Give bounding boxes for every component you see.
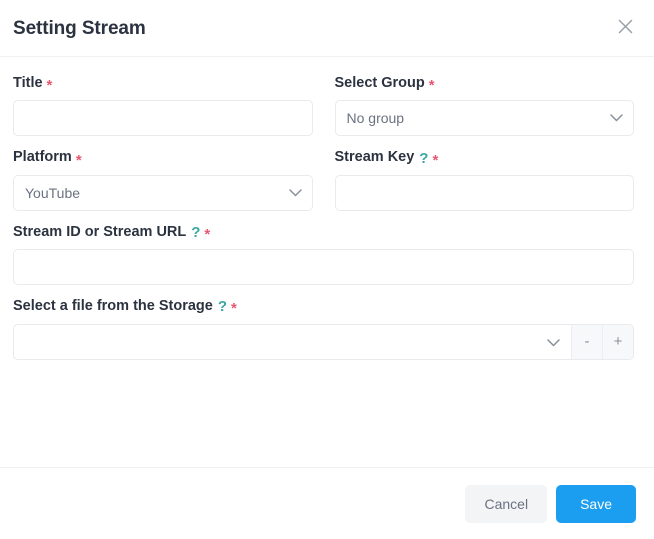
label-text: Title bbox=[13, 75, 43, 91]
field-label-stream-key: Stream Key ? * bbox=[334, 149, 635, 169]
form-row-2: Platform * YouTube Stream Key ? * bbox=[13, 149, 635, 211]
label-text: Stream ID or Stream URL bbox=[13, 223, 187, 240]
form-row-4: Select a file from the Storage ? * - + bbox=[13, 298, 634, 360]
field-title: Title * bbox=[13, 75, 313, 137]
select-group-dropdown[interactable]: No group bbox=[334, 100, 634, 137]
stream-key-input[interactable] bbox=[334, 174, 634, 211]
required-asterisk: * bbox=[432, 151, 439, 169]
dialog-header: Setting Stream bbox=[0, 0, 654, 56]
dialog-title: Setting Stream bbox=[13, 17, 146, 39]
save-button[interactable]: Save bbox=[556, 484, 636, 523]
label-text: Select a file from the Storage bbox=[13, 298, 213, 315]
field-label-select-group: Select Group * bbox=[334, 75, 635, 95]
select-group-wrap: No group bbox=[334, 100, 634, 137]
platform-dropdown[interactable]: YouTube bbox=[13, 174, 313, 211]
field-storage-file: Select a file from the Storage ? * - + bbox=[13, 298, 634, 360]
required-asterisk: * bbox=[75, 151, 82, 169]
platform-wrap: YouTube bbox=[13, 174, 313, 211]
field-select-group: Select Group * No group bbox=[334, 75, 635, 137]
close-icon[interactable] bbox=[612, 13, 638, 39]
label-text: Platform bbox=[13, 149, 72, 166]
required-asterisk: * bbox=[428, 77, 435, 95]
field-label-storage-file: Select a file from the Storage ? * bbox=[13, 298, 634, 318]
form-row-1: Title * Select Group * No group bbox=[13, 75, 635, 137]
required-asterisk: * bbox=[46, 77, 53, 95]
dialog-body: Title * Select Group * No group Platform… bbox=[0, 57, 654, 467]
field-platform: Platform * YouTube bbox=[13, 149, 313, 211]
add-row-button[interactable]: + bbox=[602, 324, 633, 359]
field-label-title: Title * bbox=[13, 75, 313, 95]
help-question-icon[interactable]: ? bbox=[419, 151, 428, 166]
stream-id-url-input[interactable] bbox=[13, 249, 634, 286]
storage-file-group: - + bbox=[13, 323, 634, 360]
field-stream-id-url: Stream ID or Stream URL ? * bbox=[13, 223, 634, 286]
required-asterisk: * bbox=[204, 225, 211, 243]
title-input[interactable] bbox=[13, 100, 313, 137]
field-label-platform: Platform * bbox=[13, 149, 313, 169]
help-question-icon[interactable]: ? bbox=[191, 225, 200, 240]
label-text: Stream Key bbox=[334, 149, 415, 166]
storage-file-dropdown[interactable] bbox=[14, 325, 571, 359]
help-question-icon[interactable]: ? bbox=[218, 299, 227, 314]
required-asterisk: * bbox=[231, 300, 237, 318]
setting-stream-dialog: Setting Stream Title * Select Group * No… bbox=[0, 0, 654, 539]
field-label-stream-id-url: Stream ID or Stream URL ? * bbox=[13, 223, 634, 243]
dialog-footer: Cancel Save bbox=[0, 468, 654, 539]
cancel-button[interactable]: Cancel bbox=[465, 484, 548, 523]
remove-row-button[interactable]: - bbox=[571, 324, 602, 359]
form-row-3: Stream ID or Stream URL ? * bbox=[13, 223, 634, 286]
label-text: Select Group bbox=[334, 75, 425, 91]
chevron-down-icon bbox=[547, 334, 560, 350]
field-stream-key: Stream Key ? * bbox=[334, 149, 635, 211]
